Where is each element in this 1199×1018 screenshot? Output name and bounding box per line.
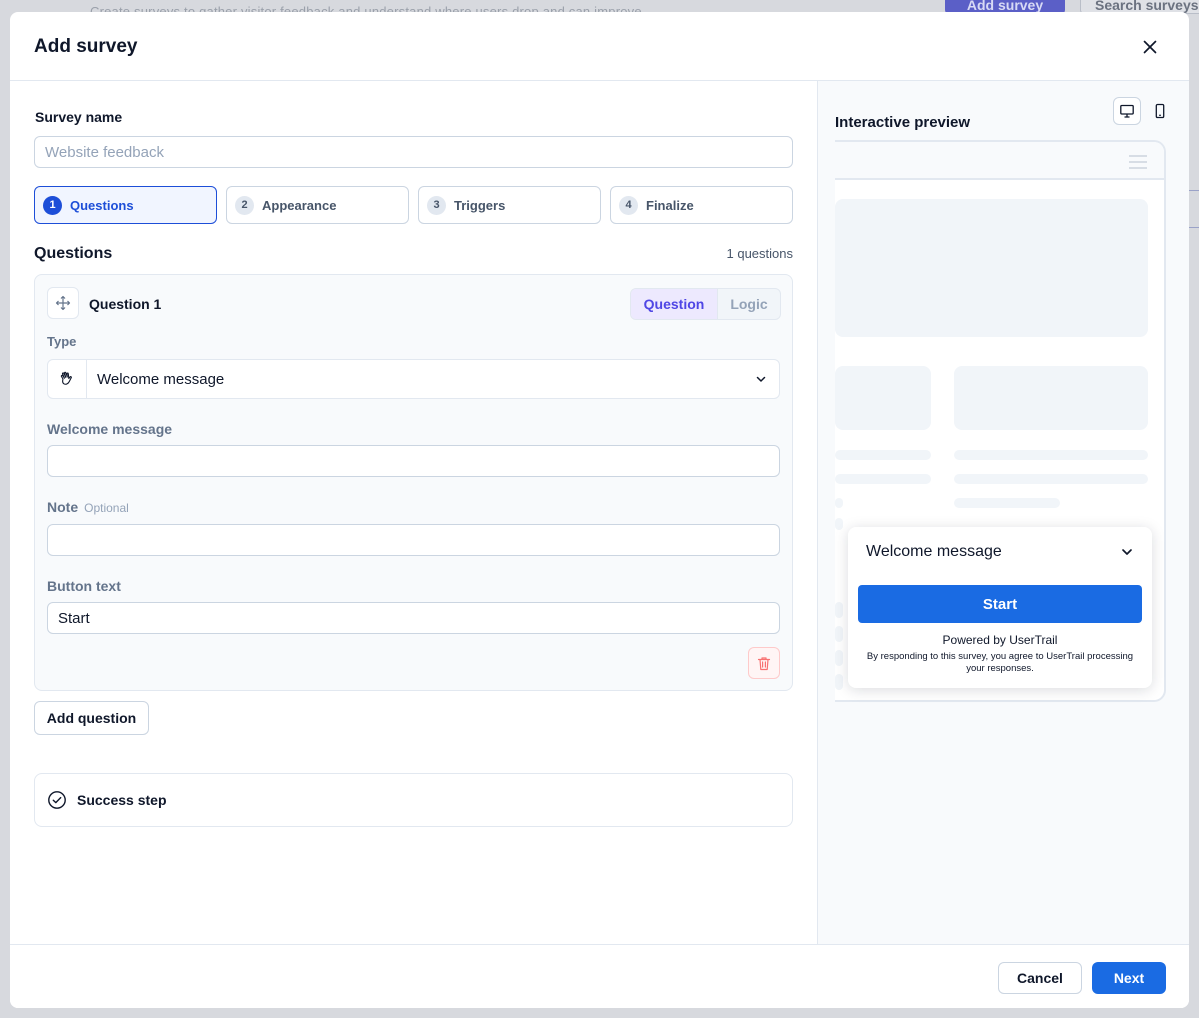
preview-title: Interactive preview <box>835 114 971 131</box>
preview-skeleton-line <box>954 450 1148 460</box>
preview-skeleton-line <box>835 650 843 666</box>
step-label: Appearance <box>262 197 337 213</box>
step-questions[interactable]: 1 Questions <box>34 186 217 224</box>
question-logic-toggle: Question Logic <box>630 288 781 320</box>
success-step-label: Success step <box>77 792 167 808</box>
welcome-message-input[interactable] <box>47 445 780 477</box>
modal-footer: Cancel Next <box>10 944 1189 1008</box>
menu-icon <box>1129 155 1147 169</box>
tab-logic[interactable]: Logic <box>718 289 780 319</box>
chevron-down-icon <box>1122 549 1132 555</box>
survey-name-input[interactable] <box>34 136 793 168</box>
question-title: Question 1 <box>89 296 162 312</box>
button-text-label: Button text <box>47 578 121 594</box>
popup-start-button[interactable]: Start <box>858 585 1142 623</box>
note-label-text: Note <box>47 499 79 515</box>
step-number: 2 <box>235 195 254 215</box>
preview-skeleton-line <box>954 474 1148 484</box>
mobile-preview-button[interactable] <box>1146 97 1174 125</box>
close-button[interactable] <box>1138 35 1162 59</box>
popup-collapse-button[interactable] <box>1120 545 1134 564</box>
preview-pane: Interactive preview Welcome message Star… <box>817 81 1189 944</box>
note-label: Note Optional <box>47 499 129 515</box>
preview-skeleton-line <box>835 498 843 508</box>
check-circle-icon <box>48 791 66 809</box>
popup-title: Welcome message <box>866 543 1002 560</box>
preview-skeleton-line <box>835 674 843 690</box>
waving-hand-icon <box>60 371 72 385</box>
delete-question-button[interactable] <box>748 647 780 679</box>
preview-skeleton-line <box>835 474 931 484</box>
type-icon-box <box>48 360 87 398</box>
survey-editor-pane: Survey name 1 Questions 2 Appearance 3 T… <box>10 81 817 944</box>
monitor-icon <box>1120 104 1134 118</box>
preview-skeleton-hero <box>835 199 1148 337</box>
preview-skeleton-card <box>835 366 931 430</box>
step-tabs: 1 Questions 2 Appearance 3 Triggers 4 Fi… <box>34 186 793 224</box>
step-label: Finalize <box>646 197 694 213</box>
chevron-down-icon <box>743 373 779 385</box>
preview-navbar <box>835 142 1164 180</box>
preview-skeleton-line <box>835 518 843 530</box>
modal-title: Add survey <box>34 36 138 57</box>
note-input[interactable] <box>47 524 780 556</box>
step-number: 1 <box>43 195 62 215</box>
tab-question[interactable]: Question <box>631 289 718 319</box>
preview-skeleton-card <box>954 366 1148 430</box>
button-text-input[interactable] <box>47 602 780 634</box>
step-number: 4 <box>619 195 638 215</box>
cancel-button[interactable]: Cancel <box>998 962 1082 994</box>
disclaimer-text: By responding to this survey, you agree … <box>866 651 1134 674</box>
step-appearance[interactable]: 2 Appearance <box>226 186 409 224</box>
move-icon <box>55 295 71 311</box>
preview-skeleton-line <box>835 450 931 460</box>
preview-skeleton-line <box>835 602 843 618</box>
trash-icon <box>757 656 771 670</box>
questions-heading: Questions <box>34 245 113 262</box>
close-icon <box>1143 40 1157 54</box>
modal-header: Add survey <box>10 12 1189 81</box>
step-number: 3 <box>427 195 446 215</box>
desktop-preview-button[interactable] <box>1113 97 1141 125</box>
step-triggers[interactable]: 3 Triggers <box>418 186 601 224</box>
preview-skeleton-line <box>954 498 1060 508</box>
survey-name-label: Survey name <box>35 109 123 125</box>
drag-handle[interactable] <box>47 287 79 319</box>
optional-tag: Optional <box>84 501 129 515</box>
powered-by-text: Powered by UserTrail <box>942 633 1058 647</box>
welcome-message-label: Welcome message <box>47 421 173 437</box>
questions-count: 1 questions <box>726 246 794 261</box>
type-label: Type <box>47 334 77 349</box>
background-edge <box>1188 190 1199 228</box>
question-card: Question 1 Question Logic Type Welcome m… <box>34 274 793 691</box>
add-question-button[interactable]: Add question <box>34 701 149 735</box>
survey-popup-preview: Welcome message Start Powered by UserTra… <box>848 527 1152 688</box>
success-step-card[interactable]: Success step <box>34 773 793 827</box>
step-label: Triggers <box>454 197 506 213</box>
question-type-select[interactable]: Welcome message <box>47 359 780 399</box>
next-button[interactable]: Next <box>1092 962 1166 994</box>
step-label: Questions <box>70 197 134 213</box>
step-finalize[interactable]: 4 Finalize <box>610 186 793 224</box>
smartphone-icon <box>1155 103 1165 119</box>
add-survey-modal: Add survey Survey name 1 Questions 2 App… <box>10 12 1189 1008</box>
preview-skeleton-line <box>835 626 843 642</box>
question-type-value: Welcome message <box>97 370 225 388</box>
